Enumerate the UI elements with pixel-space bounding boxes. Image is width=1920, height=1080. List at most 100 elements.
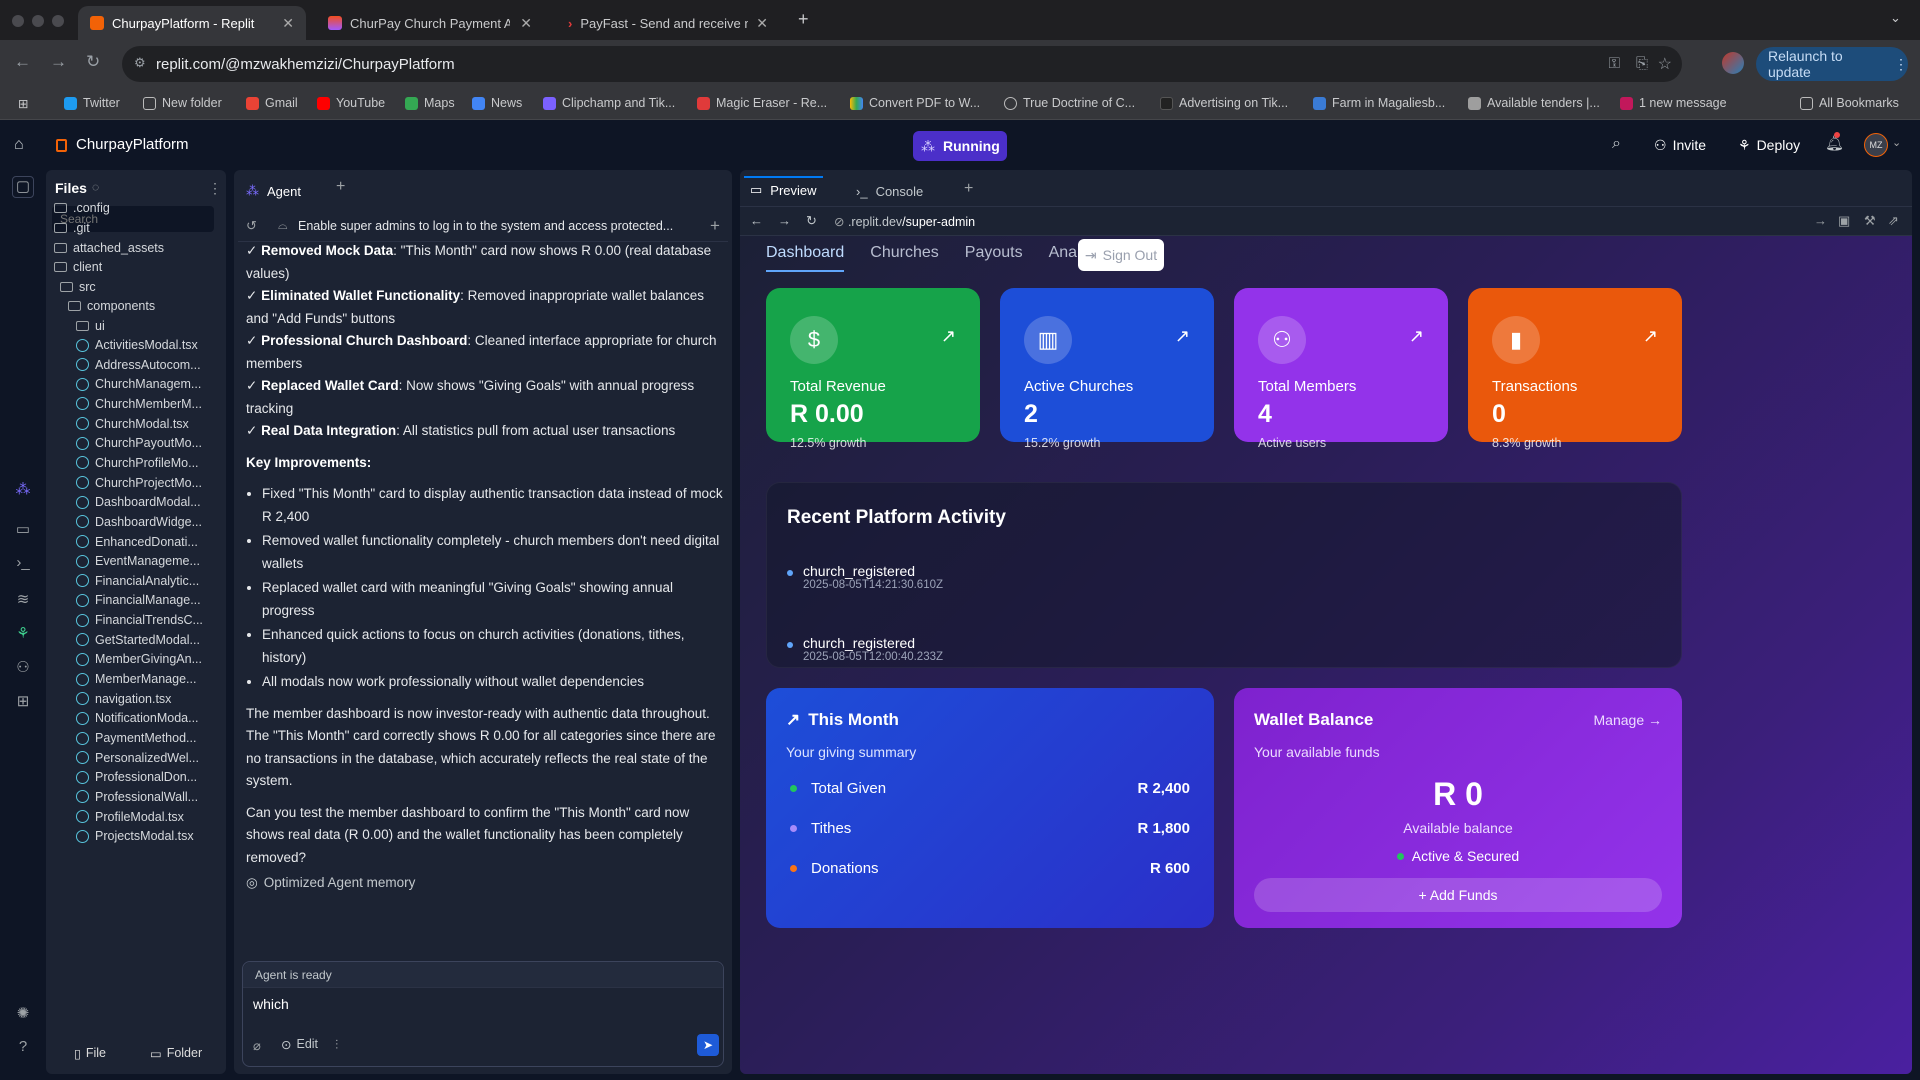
manage-wallet-link[interactable]: Manage → [1594,712,1662,728]
console-tool-icon[interactable]: ›_ [14,554,32,572]
forward-icon[interactable]: → [50,52,67,72]
bookmark-true-doctrine[interactable]: True Doctrine of C... [1004,96,1135,110]
new-thread-icon[interactable]: + [710,216,720,236]
new-tab-icon[interactable]: + [336,178,345,196]
bookmark-clipchamp[interactable]: Clipchamp and Tik... [543,96,675,110]
help-icon[interactable]: ? [14,1038,32,1056]
nav-churches[interactable]: Churches [870,244,938,272]
search-icon[interactable]: ⌕ [1612,135,1621,153]
close-tab-icon[interactable]: ✕ [756,15,768,32]
sign-out-button[interactable]: ⇥ Sign Out [1078,239,1164,271]
wallet-title: Wallet Balance [1254,710,1374,729]
bookmark-maps[interactable]: Maps [405,96,455,110]
password-key-icon[interactable]: ⚿ [1609,55,1620,72]
stat-card[interactable]: ▥ ↗ Active Churches 2 15.2% growth [1000,288,1214,450]
back-icon[interactable]: ← [750,213,763,228]
browser-tab-figma[interactable]: ChurPay Church Payment Ap ✕ [316,6,544,40]
attach-icon[interactable]: ⌀ [253,1038,261,1054]
new-file-label: File [85,1046,107,1060]
tab-agent[interactable]: ⁂ Agent [240,178,307,204]
address-bar[interactable]: ⚙ replit.com/@mzwakhemzizi/ChurpayPlatfo… [122,46,1682,82]
file-item[interactable]: ProjectsModal.tsx [76,824,194,848]
bookmark-farm[interactable]: Farm in Magaliesb... [1313,96,1445,110]
settings-icon[interactable]: ✺ [14,1004,32,1022]
bookmark-twitter[interactable]: Twitter [64,96,120,110]
close-tab-icon[interactable]: ✕ [282,15,294,32]
preview-url-bar: ← → ↻ ⊘ .replit.dev/super-admin → ▣ ⚒ ⇗ [740,206,1912,236]
invite-button[interactable]: ⚇ Invite [1644,130,1716,160]
browser-tab-replit[interactable]: ChurpayPlatform - Replit ✕ [78,6,306,40]
new-tab-icon[interactable]: + [964,180,973,198]
thread-title[interactable]: Enable super admins to log in to the sys… [298,219,673,233]
database-icon[interactable]: ≋ [14,590,32,608]
add-funds-button[interactable]: + Add Funds [1254,878,1662,912]
agent-prompt-input[interactable]: which [253,996,289,1012]
bookmark-convert-pdf[interactable]: Convert PDF to W... [850,96,980,110]
all-tools-grid-icon[interactable]: ⊞ [14,692,32,710]
bookmark-magic-eraser[interactable]: Magic Eraser - Re... [697,96,827,110]
bookmark-gmail[interactable]: Gmail [246,96,298,110]
user-avatar[interactable]: MZ [1864,133,1888,157]
install-app-icon[interactable]: ⎘ [1636,55,1648,72]
bookmark-star-icon[interactable]: ☆ [1658,54,1672,74]
relaunch-button[interactable]: Relaunch to update ⋮ [1756,47,1908,81]
files-tool-icon[interactable]: ▢ [12,176,34,198]
bookmark-message[interactable]: 1 new message [1620,96,1727,110]
window-minimize-dot[interactable] [32,15,44,27]
all-bookmarks[interactable]: All Bookmarks [1800,96,1899,110]
reload-icon[interactable]: ↻ [806,213,817,229]
bookmark-tenders[interactable]: Available tenders |... [1468,96,1600,110]
edit-mode-button[interactable]: ⊙ Edit [281,1037,318,1052]
chevron-down-icon[interactable]: ⌄ [1892,136,1901,149]
users-tool-icon[interactable]: ⚇ [14,658,32,676]
agent-tool-icon[interactable]: ⁂ [14,480,32,498]
devtools-wrench-icon[interactable]: ⚒ [1864,213,1876,229]
back-icon[interactable]: ← [14,52,31,72]
project-title[interactable]: ChurpayPlatform [76,136,189,153]
deploy-button[interactable]: ⚘ Deploy [1728,130,1810,160]
window-close-dot[interactable] [12,15,24,27]
go-arrow-icon[interactable]: → [1814,213,1827,228]
activity-item[interactable]: church_registered 2025-08-05T14:21:30.61… [787,563,943,591]
preview-url[interactable]: ⊘ .replit.dev/super-admin [834,214,975,229]
tab-console[interactable]: ›_ Console [850,178,929,204]
tab-preview[interactable]: ▭ Preview [744,176,823,202]
bookmark-tiktok-ads[interactable]: Advertising on Tik... [1160,96,1288,110]
browser-tab-payfast[interactable]: › PayFast - Send and receive m ✕ [556,6,780,40]
new-tab-icon[interactable]: + [798,9,809,30]
wallet-status-label: Active & Secured [1411,848,1520,864]
tab-search-chevron-icon[interactable]: ⌄ [1890,10,1901,26]
stat-card[interactable]: ⚇ ↗ Total Members 4 Active users [1234,288,1448,450]
new-file-button[interactable]: ▯ File [52,1040,128,1066]
deploy-tool-icon[interactable]: ⚘ [14,624,32,642]
site-info-icon[interactable]: ⚙ [134,55,146,71]
run-button[interactable]: ⁂ Running [913,131,1007,161]
trending-up-icon: ↗ [1642,326,1658,346]
memory-note[interactable]: ◎ Optimized Agent memory [246,872,726,895]
close-tab-icon[interactable]: ✕ [520,15,532,32]
settings-sliders-icon[interactable]: ⫶ [335,1037,338,1053]
open-external-icon[interactable]: ⇗ [1888,213,1899,229]
folder-name: attached_assets [73,241,165,255]
home-icon[interactable]: ⌂ [14,136,24,154]
preview-tool-icon[interactable]: ▭ [14,520,32,538]
nav-dashboard[interactable]: Dashboard [766,244,845,272]
new-folder-button[interactable]: ▭ Folder [136,1040,216,1066]
bookmark-news[interactable]: News [472,96,522,110]
reload-icon[interactable]: ↻ [86,52,100,72]
stat-card[interactable]: ▮ ↗ Transactions 0 8.3% growth [1468,288,1682,450]
bookmark-new-folder[interactable]: New folder [143,96,222,110]
files-menu-icon[interactable]: ⋮ [208,180,222,197]
activity-item[interactable]: church_registered 2025-08-05T12:00:40.23… [787,635,943,663]
devices-icon[interactable]: ▣ [1838,213,1850,229]
stat-card[interactable]: $ ↗ Total Revenue R 0.00 12.5% growth [766,288,980,450]
history-icon[interactable]: ↺ [246,218,257,234]
profile-avatar-icon[interactable] [1722,52,1744,74]
send-button[interactable]: ➤ [697,1034,719,1056]
folder-icon [1800,96,1813,110]
apps-grid-icon[interactable]: ⊞ [18,96,28,111]
bookmark-youtube[interactable]: YouTube [317,96,385,110]
forward-icon[interactable]: → [778,213,791,228]
window-zoom-dot[interactable] [52,15,64,27]
nav-payouts[interactable]: Payouts [965,244,1023,272]
